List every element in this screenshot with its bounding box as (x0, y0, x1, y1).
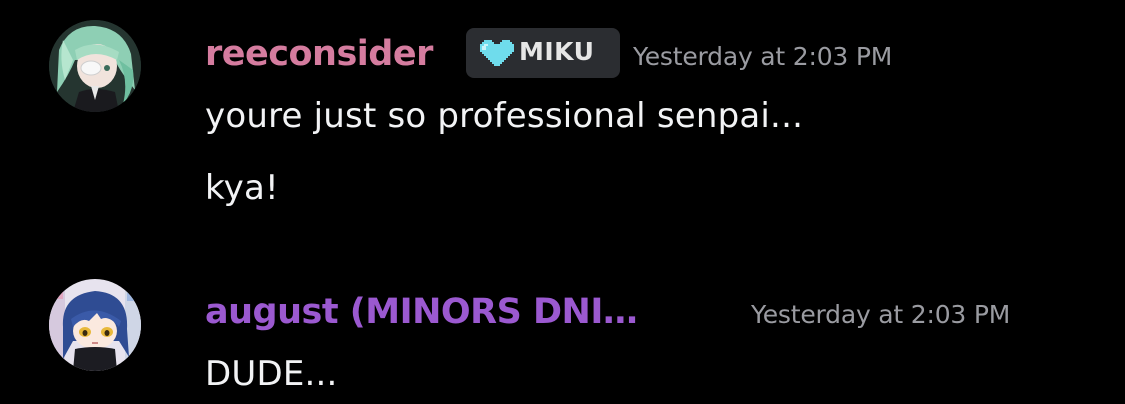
timestamp[interactable]: Yesterday at 2:03 PM (633, 42, 892, 71)
username[interactable]: reeconsider (205, 34, 433, 74)
message-item: august (MINORS DNI… Yesterday at 2:03 PM… (0, 262, 1125, 404)
anime-avatar-green-hair-icon (49, 20, 141, 112)
message-item: reeconsider MIKU Yesterday at 2:03 PM yo… (0, 0, 1125, 250)
server-tag-badge[interactable]: MIKU (466, 28, 620, 78)
message-text: kya! (205, 168, 279, 208)
pixel-heart-icon (480, 40, 514, 66)
chat-messages: reeconsider MIKU Yesterday at 2:03 PM yo… (0, 0, 1125, 404)
avatar[interactable] (49, 279, 141, 371)
username[interactable]: august (MINORS DNI… (205, 292, 638, 332)
message-text: DUDE... (205, 354, 338, 394)
timestamp[interactable]: Yesterday at 2:03 PM (751, 300, 1010, 329)
avatar[interactable] (49, 20, 141, 112)
anime-avatar-blue-hair-icon (49, 279, 141, 371)
server-tag-label: MIKU (519, 37, 595, 66)
message-text: youre just so professional senpai... (205, 96, 804, 136)
